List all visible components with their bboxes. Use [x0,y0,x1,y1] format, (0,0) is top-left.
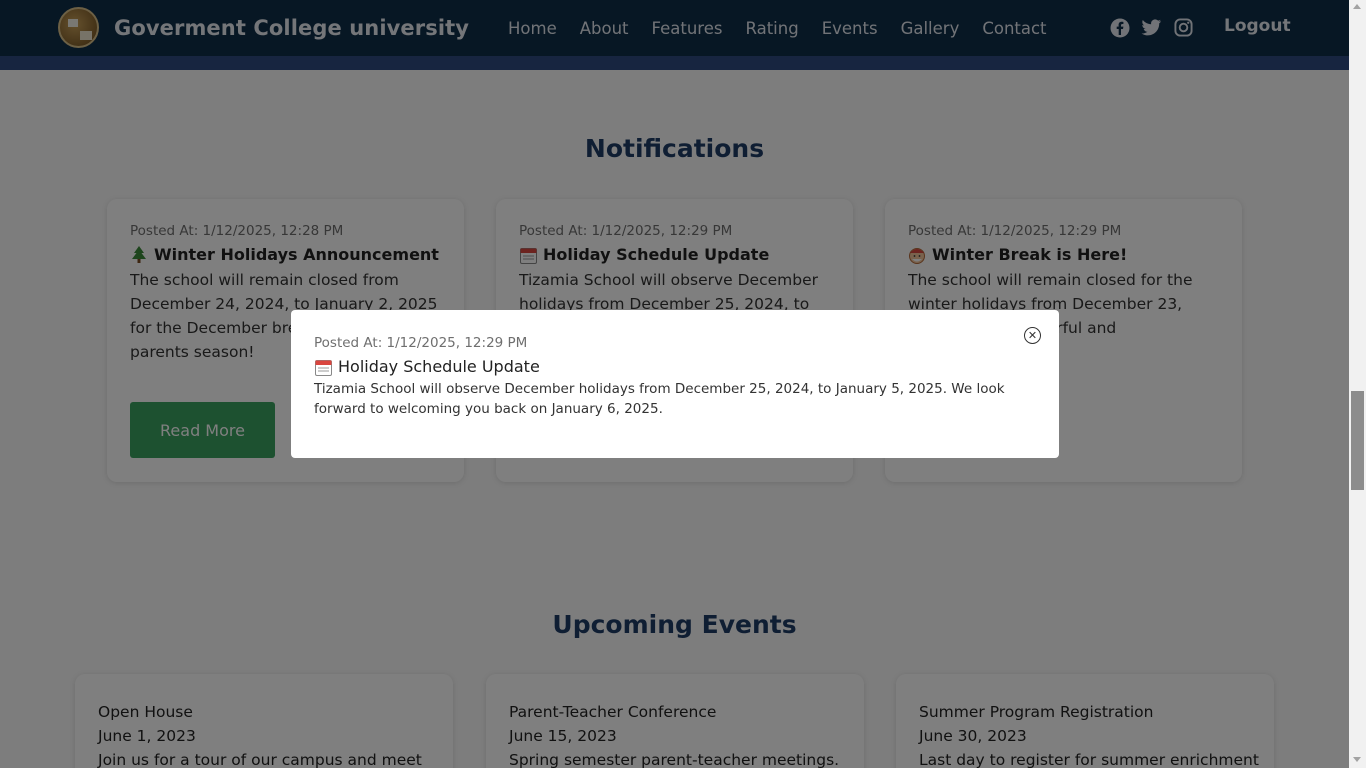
close-icon[interactable]: ✕ [1024,327,1041,344]
modal-title-text: Holiday Schedule Update [338,357,540,376]
scrollbar-thumb[interactable] [1351,391,1364,490]
calendar-icon [314,358,332,376]
scroll-up-arrow-icon[interactable] [1353,4,1361,9]
modal-body: Tizamia School will observe December hol… [314,381,1005,417]
scroll-down-arrow-icon[interactable] [1353,757,1361,762]
modal-title: Holiday Schedule Update [314,356,1036,378]
modal-posted-at: Posted At: 1/12/2025, 12:29 PM [314,335,528,351]
scrollbar-track[interactable] [1349,0,1366,768]
notification-modal: Posted At: 1/12/2025, 12:29 PM Holiday S… [291,310,1059,458]
